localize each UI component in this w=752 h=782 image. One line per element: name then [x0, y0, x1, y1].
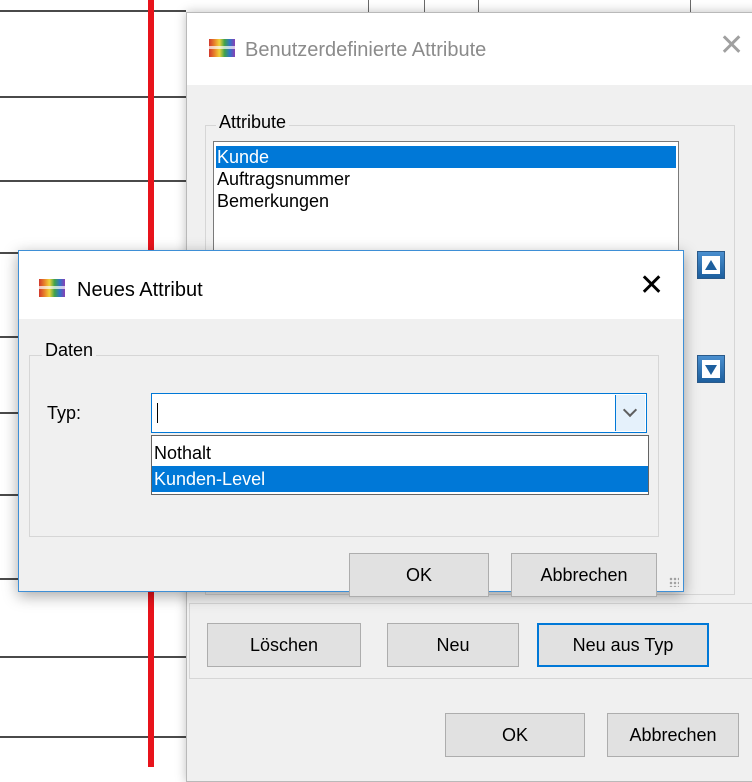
move-down-icon — [705, 365, 717, 375]
list-item[interactable]: Auftragsnummer — [216, 168, 350, 190]
grid-line — [0, 180, 186, 182]
grid-line — [0, 336, 20, 338]
new-attribute-dialog: Neues Attribut ✕ Daten Typ: Nothalt Kund… — [18, 250, 684, 597]
type-dropdown-list: Nothalt Kunden-Level — [151, 435, 649, 495]
group-label: Attribute — [216, 112, 290, 133]
title-bar: Neues Attribut ✕ — [19, 251, 683, 319]
grid-line — [0, 96, 186, 98]
grid-line — [0, 578, 20, 580]
grid-line — [0, 412, 20, 414]
text-caret — [157, 403, 158, 423]
grid-line — [0, 656, 186, 658]
app-icon — [209, 39, 235, 57]
ok-button[interactable]: OK — [445, 713, 585, 757]
cancel-button[interactable]: Abbrechen — [607, 713, 739, 757]
app-icon — [39, 279, 65, 297]
type-label: Typ: — [47, 403, 82, 423]
close-icon[interactable]: ✕ — [719, 31, 744, 61]
type-combobox[interactable] — [151, 393, 647, 433]
dialog-title: Neues Attribut — [77, 279, 203, 301]
move-up-icon — [705, 260, 717, 270]
grid-line — [0, 10, 186, 12]
chevron-down-icon — [622, 402, 638, 418]
cancel-button[interactable]: Abbrechen — [511, 553, 657, 597]
move-up-button[interactable] — [697, 251, 725, 279]
ok-button[interactable]: OK — [349, 553, 489, 597]
dropdown-button[interactable] — [615, 395, 645, 431]
title-bar: Benutzerdefinierte Attribute ✕ — [187, 13, 752, 85]
grid-line — [0, 736, 186, 738]
new-button[interactable]: Neu — [387, 623, 519, 667]
dropdown-option[interactable]: Nothalt — [152, 440, 648, 466]
list-item[interactable]: Kunde — [216, 146, 676, 168]
grid-line — [0, 494, 20, 496]
new-from-type-button[interactable]: Neu aus Typ — [537, 623, 709, 667]
move-down-button[interactable] — [697, 355, 725, 383]
grid-line — [424, 0, 425, 12]
group-label: Daten — [42, 340, 97, 361]
dialog-title: Benutzerdefinierte Attribute — [245, 39, 487, 61]
list-item[interactable]: Bemerkungen — [216, 190, 329, 212]
grid-line — [690, 0, 691, 12]
resize-grip-icon[interactable] — [669, 577, 679, 587]
close-icon[interactable]: ✕ — [639, 271, 664, 301]
dropdown-option[interactable]: Kunden-Level — [152, 466, 648, 492]
delete-button[interactable]: Löschen — [207, 623, 361, 667]
grid-line — [478, 0, 479, 12]
grid-line — [368, 0, 369, 12]
